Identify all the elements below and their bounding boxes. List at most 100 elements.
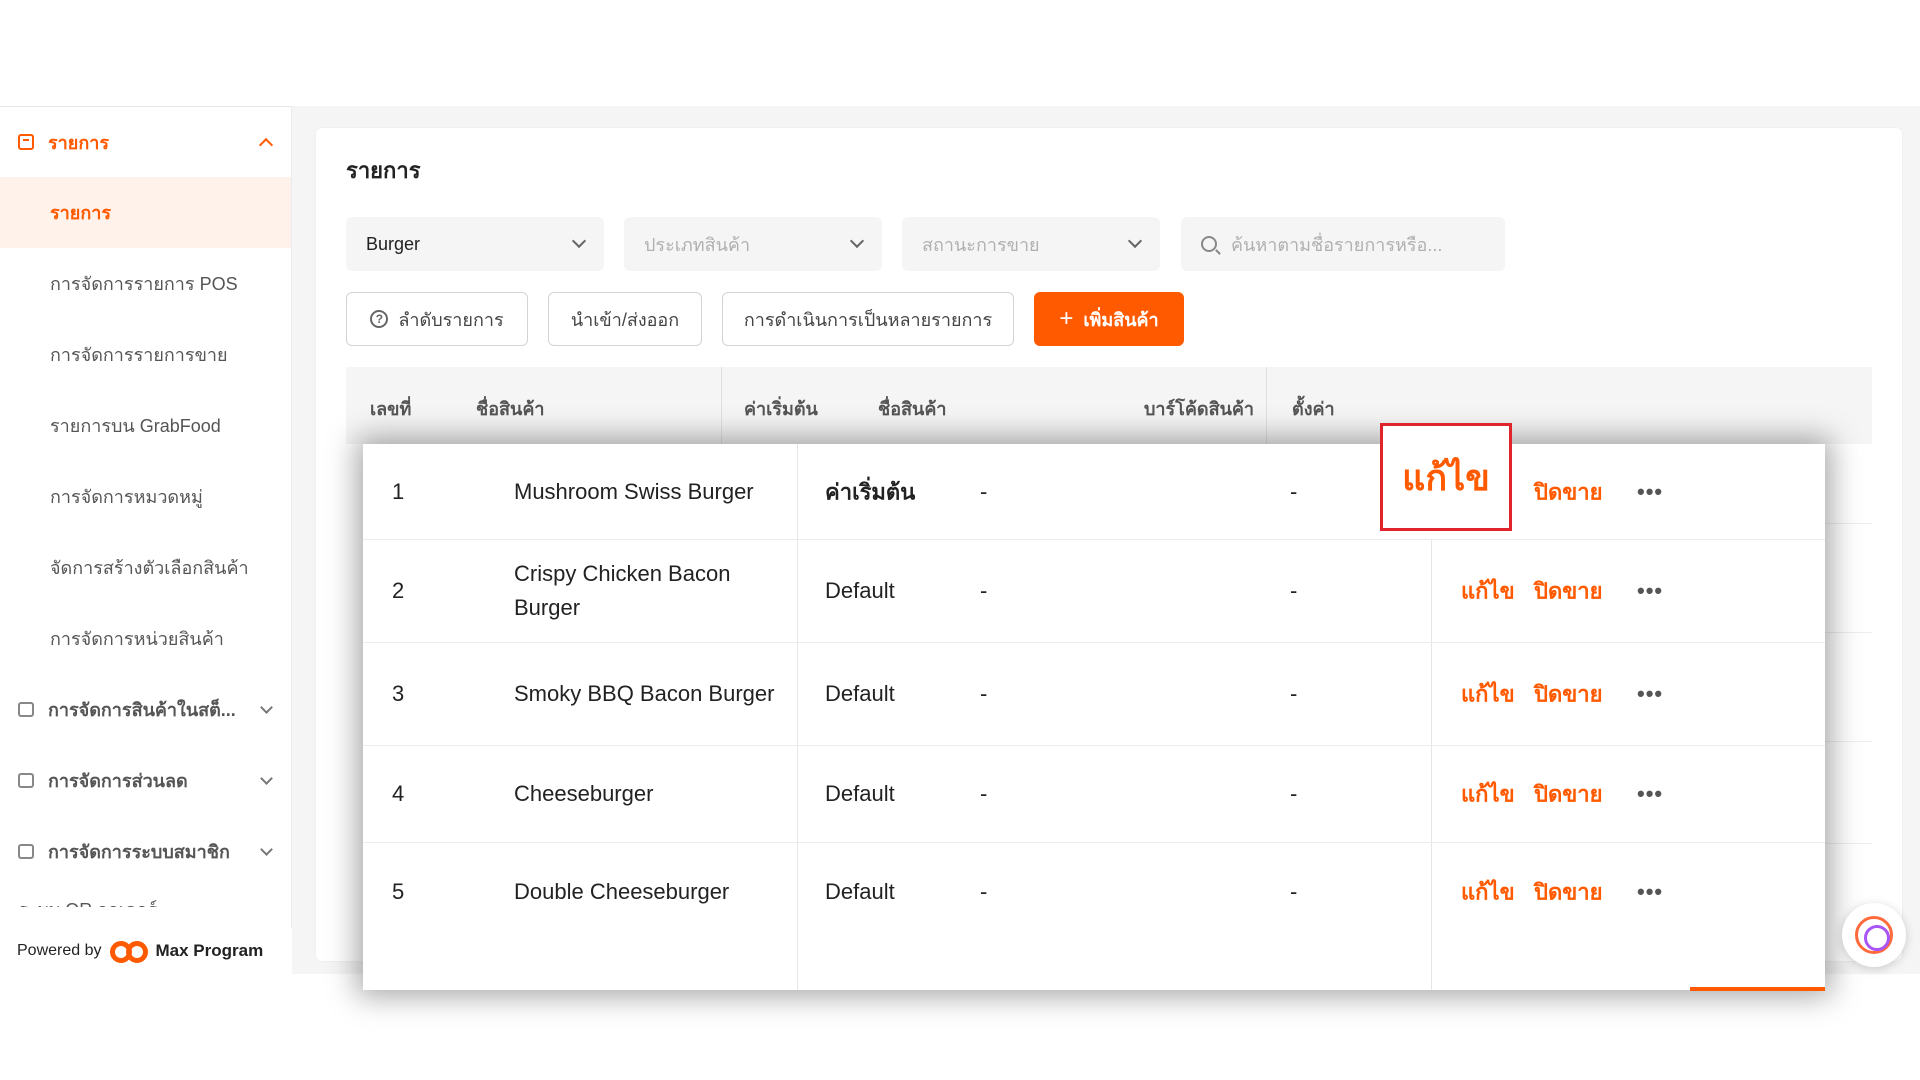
header-settings: ตั้งค่า: [1292, 399, 1335, 419]
header-number: เลขที่: [370, 399, 412, 419]
row-number: 1: [392, 478, 405, 504]
column-divider: [721, 367, 722, 444]
sidebar-group-member[interactable]: การจัดการระบบสมาชิก: [0, 816, 291, 887]
add-product-label: เพิ่มสินค้า: [1083, 309, 1159, 330]
chevron-up-icon: [258, 137, 274, 153]
sort-button[interactable]: ? ลำดับรายการ: [346, 292, 528, 346]
status-select-placeholder: สถานะการขาย: [922, 234, 1040, 255]
row-cell: -: [980, 879, 988, 904]
row-product-name: Crispy Chicken Bacon Burger: [514, 561, 731, 620]
row-cell: -: [1290, 478, 1298, 504]
assistant-fab-button[interactable]: [1842, 903, 1906, 967]
search-input[interactable]: ค้นหาตามชื่อรายการหรือ...: [1181, 217, 1505, 271]
more-options-icon[interactable]: •••: [1637, 781, 1663, 807]
import-export-button[interactable]: นำเข้า/ส่งออก: [548, 292, 702, 346]
chevron-down-icon: [849, 233, 865, 249]
chevron-down-icon: [1127, 233, 1143, 249]
row-cell: -: [980, 578, 988, 603]
header-product-name: ชื่อสินค้า: [476, 399, 545, 419]
more-options-icon[interactable]: •••: [1637, 681, 1663, 707]
edit-link[interactable]: แก้ไข: [1461, 875, 1515, 910]
row-product-name: Mushroom Swiss Burger: [514, 478, 754, 504]
plus-icon: +: [1059, 305, 1074, 332]
search-placeholder: ค้นหาตามชื่อรายการหรือ...: [1231, 234, 1443, 255]
assistant-icon: [1855, 916, 1893, 954]
row-cell: -: [980, 478, 988, 504]
sidebar-item-options[interactable]: จัดการสร้างตัวเลือกสินค้า: [0, 532, 291, 603]
zoomed-table: 1 Mushroom Swiss Burger ค่าเริ่มต้น - - …: [363, 444, 1825, 990]
category-select[interactable]: Burger: [346, 217, 604, 271]
more-options-icon[interactable]: •••: [1637, 479, 1663, 505]
bulk-action-button[interactable]: การดำเนินการเป็นหลายรายการ: [722, 292, 1014, 346]
member-icon: [18, 844, 34, 859]
sidebar-item-categories[interactable]: การจัดการหมวดหมู่: [0, 461, 291, 532]
row-number: 4: [392, 781, 405, 806]
highlighted-edit-link[interactable]: แก้ไข: [1380, 423, 1512, 531]
store-icon: [18, 702, 34, 717]
row-number: 5: [392, 879, 405, 904]
add-product-button[interactable]: + เพิ่มสินค้า: [1034, 292, 1184, 346]
type-select-placeholder: ประเภทสินค้า: [644, 234, 751, 255]
more-options-icon[interactable]: •••: [1637, 879, 1663, 905]
search-icon: [1201, 236, 1217, 252]
edit-link[interactable]: แก้ไข: [1461, 574, 1515, 609]
table-header: เลขที่ ชื่อสินค้า ค่าเริ่มต้น ชื่อสินค้า…: [346, 367, 1872, 444]
chevron-down-icon: [260, 842, 273, 856]
close-sale-link[interactable]: ปิดขาย: [1534, 875, 1603, 910]
row-cell: -: [980, 781, 988, 806]
more-options-icon[interactable]: •••: [1637, 578, 1663, 604]
row-product-name: Smoky BBQ Bacon Burger: [514, 681, 775, 706]
sidebar-group-qr[interactable]: ระบบ QR ออเดอร์: [0, 887, 291, 907]
row-cell: -: [1290, 781, 1298, 806]
powered-by-text: Powered by: [17, 942, 102, 959]
edit-link[interactable]: แก้ไข: [1461, 677, 1515, 712]
row-cell: -: [1290, 879, 1298, 904]
brand-name: Max Program: [155, 941, 264, 960]
sidebar-item-items[interactable]: รายการ: [0, 177, 291, 248]
sidebar-section-items[interactable]: รายการ: [0, 107, 291, 177]
chevron-down-icon: [260, 700, 273, 714]
sidebar-group-label: การจัดการส่วนลด: [48, 771, 188, 791]
sidebar-group-discount[interactable]: การจัดการส่วนลด: [0, 745, 291, 816]
bulk-action-label: การดำเนินการเป็นหลายรายการ: [743, 309, 993, 330]
coupon-icon: [18, 773, 34, 788]
row-product-name: Double Cheeseburger: [514, 879, 730, 904]
row-price-label: Default: [825, 879, 895, 904]
close-sale-link[interactable]: ปิดขาย: [1534, 677, 1603, 712]
scroll-indicator: [1690, 987, 1825, 991]
sidebar-item-units[interactable]: การจัดการหน่วยสินค้า: [0, 603, 291, 674]
sidebar-item-pos[interactable]: การจัดการรายการ POS: [0, 248, 291, 319]
close-sale-link[interactable]: ปิดขาย: [1534, 574, 1603, 609]
table-row: 5 Double Cheeseburger Default - - แก้ไข …: [363, 843, 1825, 941]
sidebar-section-label: รายการ: [48, 132, 109, 153]
sidebar-item-grabfood[interactable]: รายการบน GrabFood: [0, 390, 291, 461]
chevron-down-icon: [571, 233, 587, 249]
row-cell: -: [1290, 578, 1298, 603]
edit-link[interactable]: แก้ไข: [1461, 777, 1515, 812]
row-price-label: ค่าเริ่มต้น: [825, 479, 916, 504]
sidebar-item-sales[interactable]: การจัดการรายการขาย: [0, 319, 291, 390]
help-circle-icon: ?: [370, 310, 389, 328]
sort-button-label: ลำดับรายการ: [398, 309, 504, 330]
sidebar-group-stock[interactable]: การจัดการสินค้าในสต็...: [0, 674, 291, 745]
row-product-name: Cheeseburger: [514, 781, 654, 806]
sidebar-group-label: การจัดการระบบสมาชิก: [48, 842, 230, 862]
row-cell: -: [980, 681, 988, 706]
table-row: 3 Smoky BBQ Bacon Burger Default - - แก้…: [363, 643, 1825, 746]
status-select[interactable]: สถานะการขาย: [902, 217, 1160, 271]
table-row: 1 Mushroom Swiss Burger ค่าเริ่มต้น - - …: [363, 444, 1825, 540]
header-product-name-2: ชื่อสินค้า: [878, 399, 947, 419]
menu-book-icon: [18, 134, 34, 150]
table-row: 2 Crispy Chicken Bacon Burger Default - …: [363, 540, 1825, 643]
row-price-label: Default: [825, 578, 895, 603]
row-price-label: Default: [825, 681, 895, 706]
header-default: ค่าเริ่มต้น: [744, 399, 818, 419]
row-price-label: Default: [825, 781, 895, 806]
chevron-down-icon: [260, 771, 273, 785]
sidebar: รายการ รายการ การจัดการรายการ POS การจัด…: [0, 106, 292, 974]
category-select-value: Burger: [366, 233, 421, 254]
page-title: รายการ: [346, 158, 421, 183]
close-sale-link[interactable]: ปิดขาย: [1534, 474, 1603, 509]
close-sale-link[interactable]: ปิดขาย: [1534, 777, 1603, 812]
type-select[interactable]: ประเภทสินค้า: [624, 217, 882, 271]
